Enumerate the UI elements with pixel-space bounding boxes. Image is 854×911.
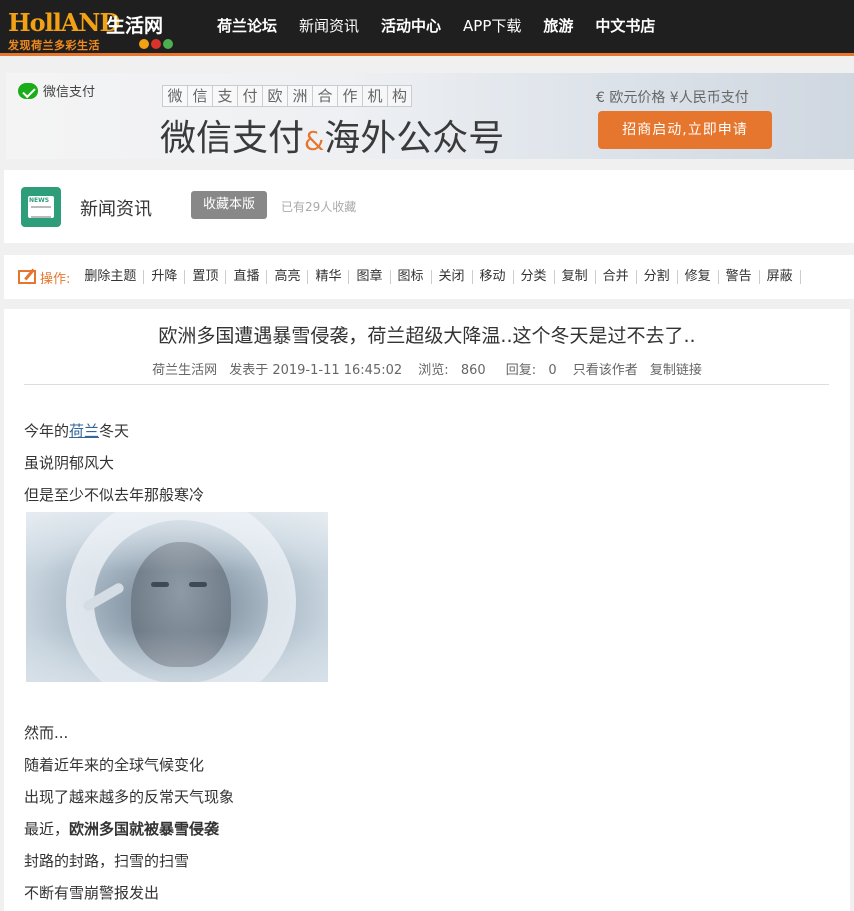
nav-item-travel[interactable]: 旅游 [532,0,584,53]
banner-char: 付 [237,85,262,107]
logo-dot-icon [163,39,173,49]
banner-headline-amp: & [304,127,325,157]
logo-slogan: 发现荷兰多彩生活 [8,39,100,52]
op-highlight[interactable]: 高亮 [267,270,309,284]
logo-brand: HollAND [8,8,120,37]
ops-label-text: 操作: [40,271,71,287]
nav-item-forum[interactable]: 荷兰论坛 [206,0,288,53]
article-meta: 荷兰生活网 发表于 2019-1-11 16:45:02 浏览: 860 回复:… [4,359,850,378]
op-repair[interactable]: 修复 [678,270,719,284]
banner-char: 信 [187,85,212,107]
op-move[interactable]: 移动 [473,270,514,284]
copy-link[interactable]: 复制链接 [650,363,702,378]
forum-section-header: 新闻资讯 收藏本版 已有29人收藏 [4,170,854,243]
article-posted: 发表于 2019-1-11 16:45:02 [229,363,403,378]
article-author[interactable]: 荷兰生活网 [152,363,217,378]
ad-banner[interactable]: 微信支付 微 信 支 付 欧 洲 合 作 机 构 微信支付&海外公众号 € 欧元… [6,73,854,159]
op-live[interactable]: 直播 [226,270,268,284]
news-icon [21,187,61,227]
op-pin[interactable]: 置顶 [185,270,227,284]
logo-brand-cn: 生活网 [106,15,164,37]
apply-button[interactable]: 招商启动,立即申请 [598,111,772,149]
banner-char: 合 [312,85,337,107]
op-icon[interactable]: 图标 [391,270,432,284]
article-replies: 回复: 0 [502,363,561,378]
wechat-pay-badge: 微信支付 [18,81,95,100]
favorite-button[interactable]: 收藏本版 [191,191,267,219]
nav-item-events[interactable]: 活动中心 [370,0,452,53]
op-warn[interactable]: 警告 [719,270,760,284]
article-photo-frozen-face [26,512,328,682]
moderation-toolbar: 操作: 删除主题 升降 置顶 直播 高亮 精华 图章 图标 关闭 移动 分类 复… [4,255,854,299]
paragraph-text: 冬天 [99,422,130,440]
paragraph: 随着近年来的全球气候变化 [24,756,205,774]
op-digest[interactable]: 精华 [308,270,350,284]
op-close[interactable]: 关闭 [432,270,473,284]
paragraph: 然而... [24,724,69,742]
ops-label: 操作: [18,268,70,287]
op-merge[interactable]: 合并 [596,270,637,284]
paragraph: 今年的荷兰冬天 [24,420,129,441]
banner-char: 机 [362,85,387,107]
banner-char-boxes: 微 信 支 付 欧 洲 合 作 机 构 [162,85,412,107]
paragraph: 最近，欧洲多国就被暴雪侵袭 [24,818,219,839]
banner-char: 欧 [262,85,287,107]
views-label: 浏览: [418,363,449,378]
top-nav: HollAND 生活网 发现荷兰多彩生活 荷兰论坛 新闻资讯 活动中心 APP下… [0,0,854,56]
article: 欧洲多国遭遇暴雪侵袭，荷兰超级大降温..这个冬天是过不去了.. 荷兰生活网 发表… [4,309,850,911]
paragraph: 封路的封路，扫雪的扫雪 [24,852,190,870]
logo-dot-icon [151,39,161,49]
nav-item-app[interactable]: APP下载 [452,0,532,53]
op-copy[interactable]: 复制 [555,270,596,284]
divider [24,384,829,385]
article-views: 浏览: 860 [414,363,489,378]
banner-headline-a: 微信支付 [160,118,305,159]
logo-dots [139,39,173,49]
netherlands-link[interactable]: 荷兰 [69,422,99,440]
favorite-count: 已有29人收藏 [281,200,357,214]
banner-char: 作 [337,85,362,107]
author-only-link[interactable]: 只看该作者 [573,363,638,378]
op-bump[interactable]: 升降 [144,270,186,284]
paragraph-text: 最近， [24,820,70,838]
paragraph-text: 今年的 [24,422,70,440]
logo-dot-icon [139,39,149,49]
views-count: 860 [460,363,486,378]
banner-headline-b: 海外公众号 [324,118,505,159]
article-title: 欧洲多国遭遇暴雪侵袭，荷兰超级大降温..这个冬天是过不去了.. [158,325,696,347]
banner-char: 洲 [287,85,312,107]
wechat-pay-label: 微信支付 [43,85,96,100]
replies-label: 回复: [505,363,537,378]
paragraph: 但是至少不似去年那般寒冷 [24,486,205,504]
banner-char: 微 [162,85,187,107]
op-split[interactable]: 分割 [637,270,678,284]
paragraph: 虽说阴郁风大 [24,454,115,472]
nav-item-news[interactable]: 新闻资讯 [288,0,370,53]
op-block[interactable]: 屏蔽 [760,270,801,284]
banner-headline: 微信支付&海外公众号 [160,109,504,159]
op-delete-thread[interactable]: 删除主题 [84,270,145,284]
banner-char: 构 [387,85,412,107]
nav-item-bookstore[interactable]: 中文书店 [584,0,666,53]
banner-char: 支 [212,85,237,107]
paragraph: 不断有雪崩警报发出 [24,884,160,902]
main-nav: 荷兰论坛 新闻资讯 活动中心 APP下载 旅游 中文书店 [206,0,666,53]
op-stamp[interactable]: 图章 [349,270,391,284]
section-title[interactable]: 新闻资讯 [80,195,152,221]
wechat-pay-icon [18,82,38,99]
op-category[interactable]: 分类 [514,270,555,284]
edit-icon [18,270,36,284]
paragraph: 出现了越来越多的反常天气现象 [24,788,235,806]
paragraph-bold-text: 欧洲多国就被暴雪侵袭 [69,820,220,838]
replies-count: 0 [548,363,557,378]
site-logo[interactable]: HollAND 生活网 发现荷兰多彩生活 [6,6,176,52]
banner-price-text: € 欧元价格 ¥人民币支付 [596,90,749,106]
